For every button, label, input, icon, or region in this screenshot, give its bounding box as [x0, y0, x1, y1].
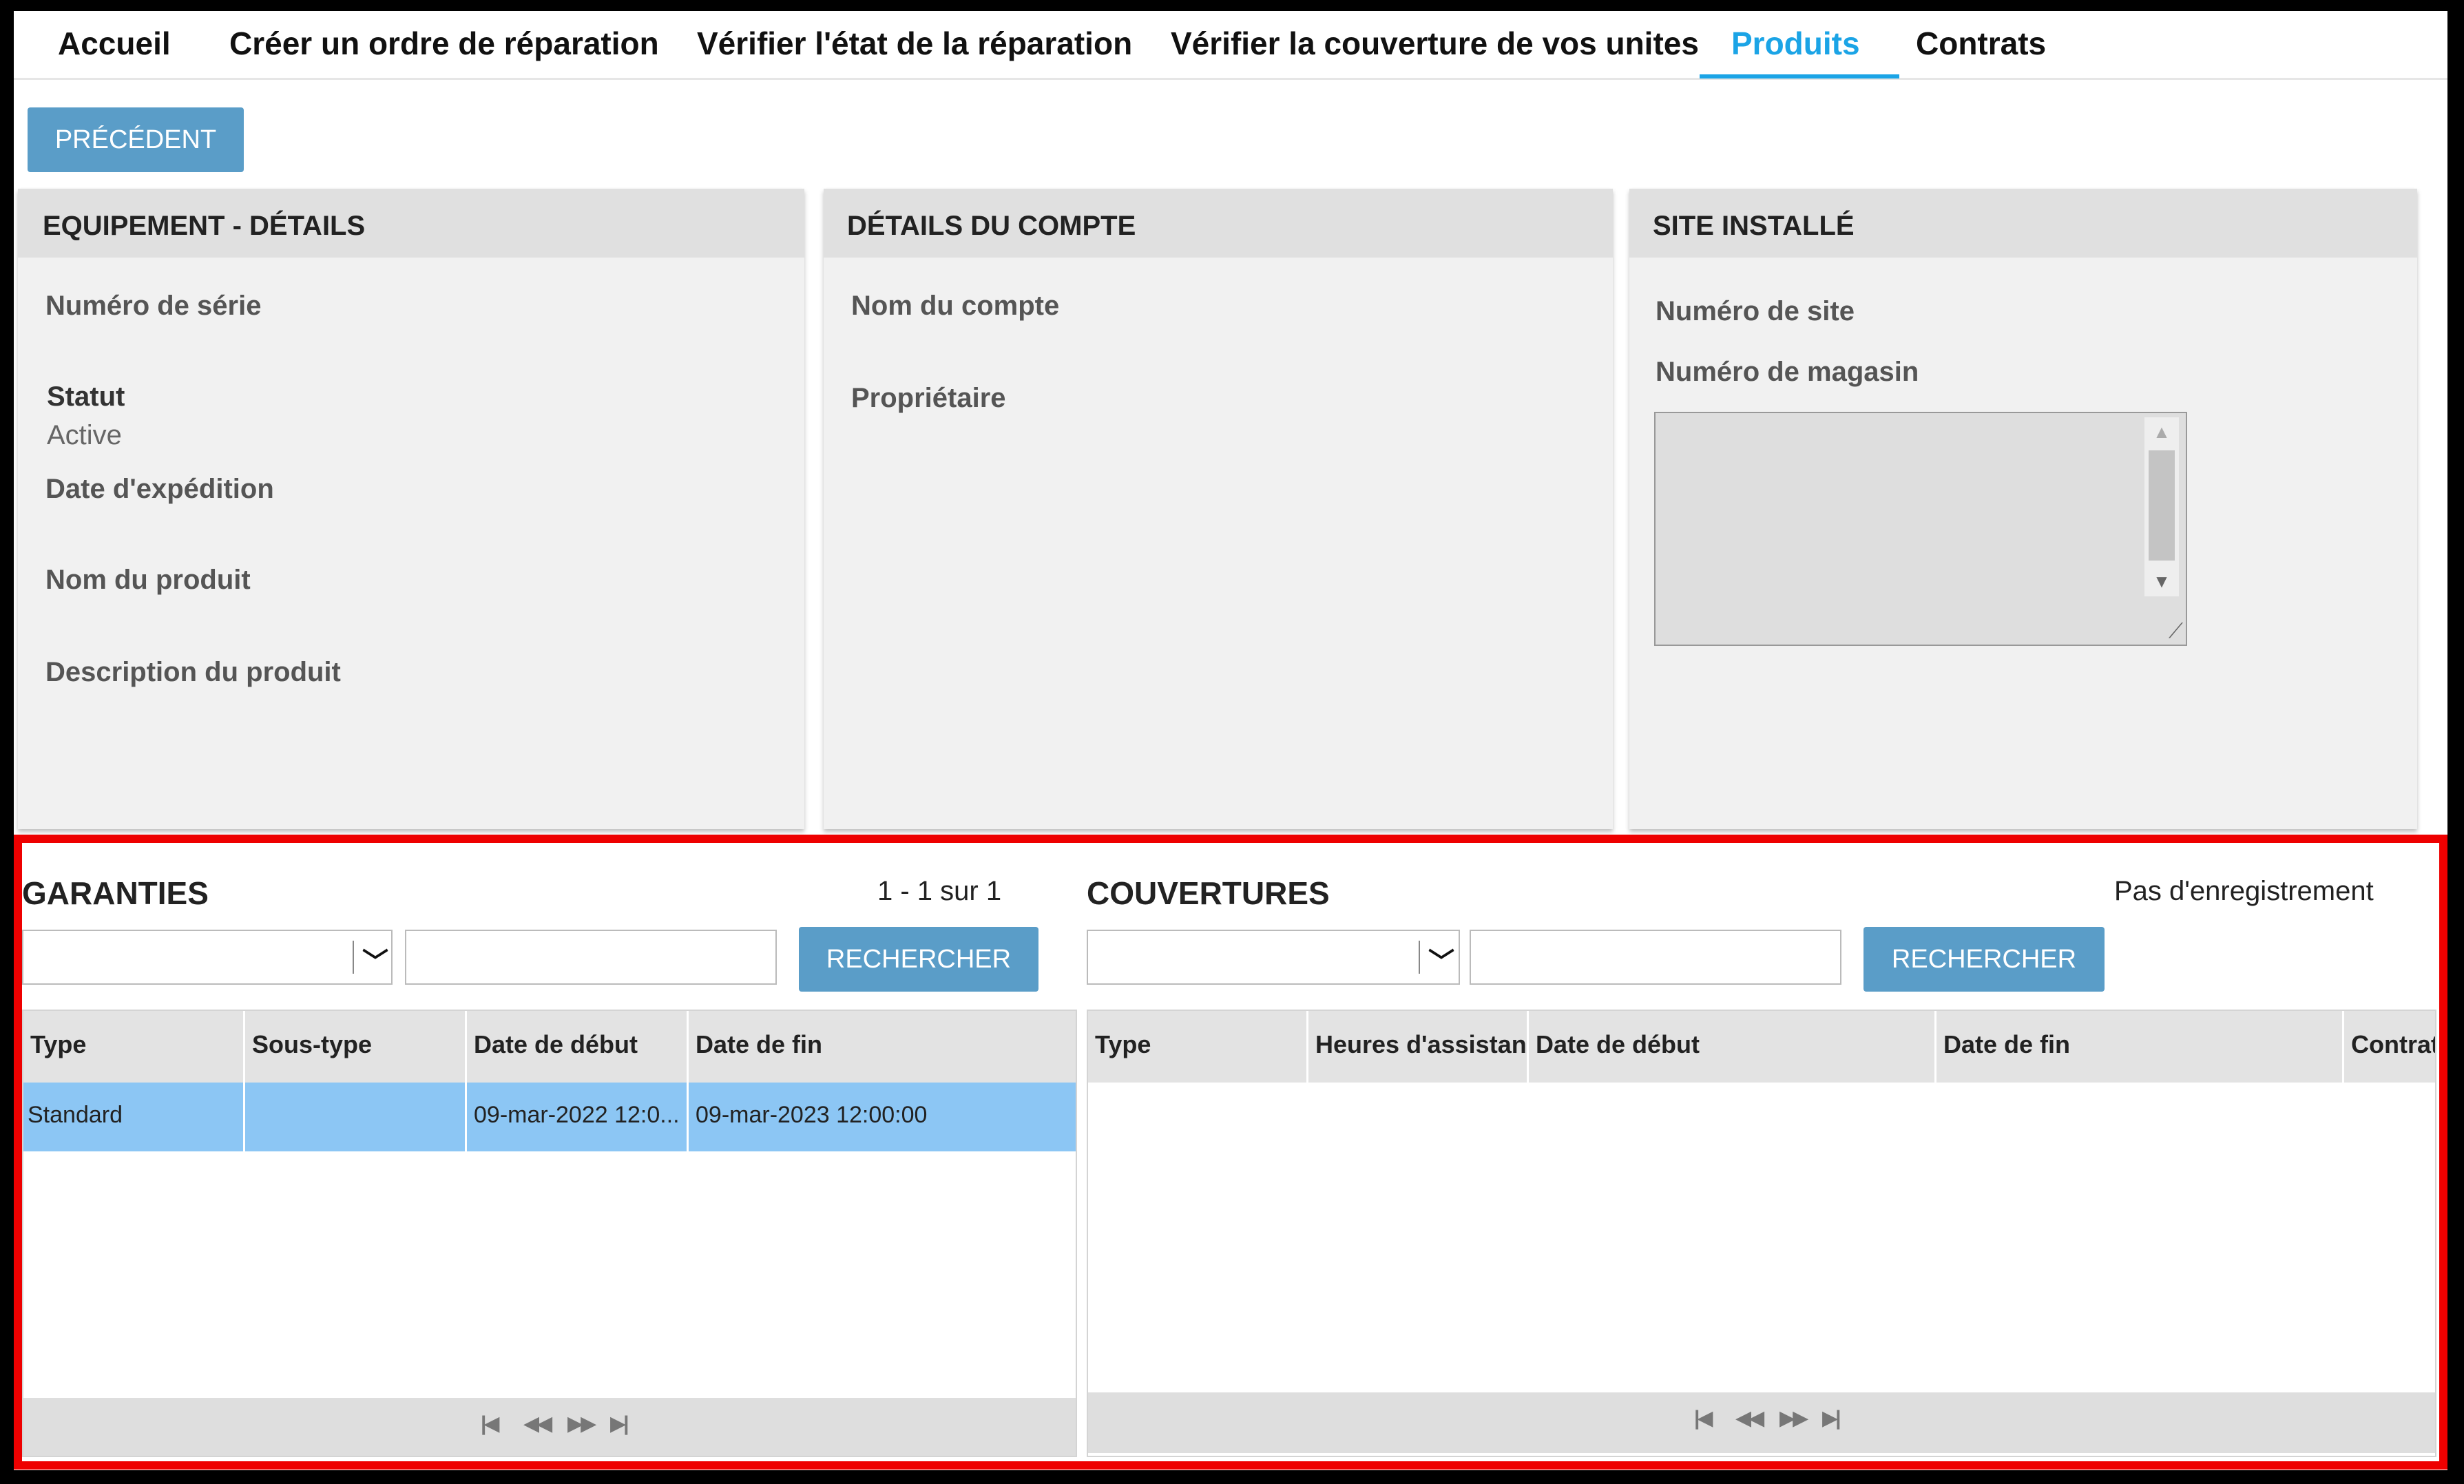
tab-creer-ordre[interactable]: Créer un ordre de réparation: [229, 25, 659, 62]
resize-grip-icon[interactable]: ⟋: [2169, 620, 2183, 643]
warranties-count: 1 - 1 sur 1: [877, 876, 1002, 906]
column-header-contract[interactable]: Contrat: [2344, 1011, 2435, 1083]
active-tab-indicator: [1700, 74, 1899, 79]
panel-header: DÉTAILS DU COMPTE: [824, 189, 1613, 258]
panel-header: EQUIPEMENT - DÉTAILS: [18, 189, 804, 258]
tab-verifier-etat[interactable]: Vérifier l'état de la réparation: [697, 25, 1132, 62]
panel-title: SITE INSTALLÉ: [1653, 211, 1855, 241]
cell-type: Standard: [23, 1083, 245, 1151]
last-page-icon[interactable]: ▶|: [1822, 1406, 1841, 1430]
store-number-textarea[interactable]: ▲ ▼ ⟋: [1654, 412, 2187, 646]
chevron-down-icon: ﹀: [1428, 948, 1455, 977]
installed-site-panel: SITE INSTALLÉ Numéro de site Numéro de m…: [1629, 189, 2417, 829]
warranties-search-button[interactable]: RECHERCHER: [799, 927, 1038, 992]
panel-header: SITE INSTALLÉ: [1629, 189, 2417, 258]
product-description-label: Description du produit: [45, 657, 341, 687]
tab-verifier-couverture[interactable]: Vérifier la couverture de vos unites: [1171, 25, 1699, 62]
first-page-icon[interactable]: |◀: [1694, 1406, 1713, 1430]
column-header-type[interactable]: Type: [1088, 1011, 1308, 1083]
warranties-filter-select[interactable]: ﹀: [22, 930, 393, 985]
app-frame: Accueil Créer un ordre de réparation Vér…: [14, 11, 2447, 1470]
site-number-label: Numéro de site: [1656, 296, 1855, 326]
column-header-start-date[interactable]: Date de début: [1529, 1011, 1936, 1083]
column-header-end-date[interactable]: Date de fin: [1936, 1011, 2344, 1083]
warranties-title: GARANTIES: [22, 875, 209, 911]
scrollbar-thumb[interactable]: [2149, 450, 2175, 561]
cell-end-date: 09-mar-2023 12:00:00: [696, 1102, 928, 1128]
next-page-icon[interactable]: ▶▶: [1779, 1406, 1808, 1430]
last-page-icon[interactable]: ▶|: [610, 1412, 629, 1436]
grid-header: Type Heures d'assistanc Date de début Da…: [1088, 1011, 2435, 1083]
column-header-subtype[interactable]: Sous-type: [245, 1011, 467, 1083]
chevron-down-icon: ﹀: [362, 948, 389, 977]
textarea-scrollbar[interactable]: ▲ ▼: [2144, 417, 2179, 596]
panel-title: DÉTAILS DU COMPTE: [847, 211, 1136, 241]
status-label: Statut: [47, 382, 125, 412]
scroll-down-icon[interactable]: ▼: [2144, 571, 2179, 592]
coverages-filter-select[interactable]: ﹀: [1087, 930, 1460, 985]
serial-number-label: Numéro de série: [45, 291, 262, 321]
warranties-grid: Type Sous-type Date de début Date de fin…: [22, 1010, 1077, 1457]
status-value: Active: [47, 420, 122, 450]
coverages-title: COUVERTURES: [1087, 875, 1330, 911]
coverages-search-button[interactable]: RECHERCHER: [1863, 927, 2105, 992]
column-header-type[interactable]: Type: [23, 1011, 245, 1083]
table-row[interactable]: Standard 09-mar-2022 12:0... 09-mar-2023…: [23, 1083, 1076, 1151]
prev-page-icon[interactable]: ◀◀: [523, 1412, 552, 1436]
coverages-count: Pas d'enregistrement: [2114, 876, 2374, 906]
tab-contrats[interactable]: Contrats: [1916, 25, 2046, 62]
tab-accueil[interactable]: Accueil: [58, 25, 171, 62]
coverages-search-input[interactable]: [1470, 930, 1841, 985]
top-nav-tabs: Accueil Créer un ordre de réparation Vér…: [14, 11, 2447, 80]
next-page-icon[interactable]: ▶▶: [567, 1412, 596, 1436]
warranties-search-input[interactable]: [405, 930, 777, 985]
column-header-end-date[interactable]: Date de fin: [689, 1011, 1076, 1083]
prev-page-icon[interactable]: ◀◀: [1735, 1406, 1764, 1430]
previous-button[interactable]: PRÉCÉDENT: [28, 107, 244, 172]
scroll-up-icon[interactable]: ▲: [2144, 421, 2179, 443]
first-page-icon[interactable]: |◀: [481, 1412, 500, 1436]
column-header-start-date[interactable]: Date de début: [467, 1011, 689, 1083]
product-name-label: Nom du produit: [45, 565, 251, 595]
ship-date-label: Date d'expédition: [45, 474, 274, 504]
column-header-support-hours[interactable]: Heures d'assistanc: [1308, 1011, 1529, 1083]
equipment-details-panel: EQUIPEMENT - DÉTAILS Numéro de série Sta…: [18, 189, 804, 829]
coverages-pager: |◀ ◀◀ ▶▶ ▶|: [1088, 1392, 2435, 1453]
account-details-panel: DÉTAILS DU COMPTE Nom du compte Propriét…: [824, 189, 1613, 829]
coverages-grid: Type Heures d'assistanc Date de début Da…: [1087, 1010, 2436, 1457]
owner-label: Propriétaire: [851, 383, 1006, 413]
cell-start-date: 09-mar-2022 12:0...: [467, 1083, 689, 1151]
tab-produits[interactable]: Produits: [1731, 25, 1860, 62]
store-number-label: Numéro de magasin: [1656, 357, 1919, 387]
warranties-pager: |◀ ◀◀ ▶▶ ▶|: [23, 1398, 1076, 1456]
grid-header: Type Sous-type Date de début Date de fin: [23, 1011, 1076, 1083]
account-name-label: Nom du compte: [851, 291, 1060, 321]
panel-title: EQUIPEMENT - DÉTAILS: [43, 211, 366, 241]
cell-subtype: [245, 1083, 467, 1151]
